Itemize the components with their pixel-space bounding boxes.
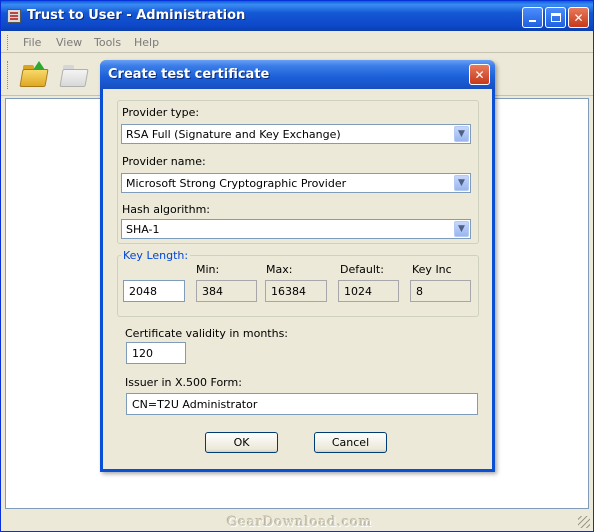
menu-file[interactable]: File <box>23 36 41 49</box>
key-inc-value: 8 <box>416 285 423 298</box>
close-button[interactable]: ✕ <box>568 7 589 28</box>
toolbar-grip[interactable] <box>7 61 10 89</box>
provider-name-select[interactable]: Microsoft Strong Cryptographic Provider … <box>121 173 471 193</box>
key-length-input[interactable]: 2048 <box>123 280 185 302</box>
dialog-body: Provider type: RSA Full (Signature and K… <box>103 89 492 469</box>
key-length-legend: Key Length: <box>121 249 191 262</box>
menu-view[interactable]: View <box>56 36 82 49</box>
hash-algorithm-label: Hash algorithm: <box>122 203 211 216</box>
minimize-icon <box>529 20 536 22</box>
issuer-label: Issuer in X.500 Form: <box>125 376 242 389</box>
provider-name-label: Provider name: <box>122 155 206 168</box>
validity-value: 120 <box>132 347 153 360</box>
chevron-down-icon[interactable]: ▼ <box>454 175 469 191</box>
issuer-input[interactable]: CN=T2U Administrator <box>126 393 478 415</box>
hash-algorithm-value: SHA-1 <box>126 223 160 236</box>
chevron-down-icon[interactable]: ▼ <box>454 126 469 142</box>
dialog-close-button[interactable]: ✕ <box>469 64 490 85</box>
key-max-value: 16384 <box>271 285 306 298</box>
key-default-field: 1024 <box>338 280 399 302</box>
issuer-value: CN=T2U Administrator <box>132 398 258 411</box>
key-length-value: 2048 <box>129 285 157 298</box>
maximize-button[interactable] <box>545 7 566 28</box>
provider-type-select[interactable]: RSA Full (Signature and Key Exchange) ▼ <box>121 124 471 144</box>
maximize-icon <box>550 13 561 22</box>
ok-button[interactable]: OK <box>205 432 278 453</box>
key-min-value: 384 <box>202 285 223 298</box>
open-folder-button[interactable] <box>17 59 51 91</box>
minimize-button[interactable] <box>522 7 543 28</box>
validity-label: Certificate validity in months: <box>125 327 289 340</box>
menubar-grip[interactable] <box>7 35 10 50</box>
resize-grip[interactable] <box>578 516 590 528</box>
close-icon: ✕ <box>474 67 485 82</box>
key-min-label: Min: <box>196 263 220 276</box>
key-default-label: Default: <box>340 263 384 276</box>
main-titlebar[interactable]: Trust to User - Administration ✕ <box>1 1 593 31</box>
key-max-field: 16384 <box>265 280 327 302</box>
close-icon: ✕ <box>573 10 584 25</box>
hash-algorithm-select[interactable]: SHA-1 ▼ <box>121 219 471 239</box>
validity-input[interactable]: 120 <box>126 342 186 364</box>
provider-type-value: RSA Full (Signature and Key Exchange) <box>126 128 341 141</box>
app-icon <box>7 9 21 23</box>
green-arrow-icon <box>33 61 45 70</box>
key-min-field: 384 <box>196 280 257 302</box>
key-inc-label: Key Inc <box>412 263 452 276</box>
folder-disabled-button[interactable] <box>57 59 91 91</box>
provider-name-value: Microsoft Strong Cryptographic Provider <box>126 177 347 190</box>
menu-help[interactable]: Help <box>134 36 159 49</box>
provider-type-label: Provider type: <box>122 106 200 119</box>
watermark: GearDownload.com <box>227 515 373 530</box>
cancel-button[interactable]: Cancel <box>314 432 387 453</box>
create-certificate-dialog: Create test certificate ✕ Provider type:… <box>100 60 495 472</box>
menu-tools[interactable]: Tools <box>94 36 121 49</box>
dialog-titlebar[interactable]: Create test certificate ✕ <box>100 60 495 89</box>
window-title: Trust to User - Administration <box>27 8 246 23</box>
chevron-down-icon[interactable]: ▼ <box>454 221 469 237</box>
key-max-label: Max: <box>266 263 293 276</box>
key-default-value: 1024 <box>344 285 372 298</box>
key-inc-field: 8 <box>410 280 471 302</box>
dialog-title: Create test certificate <box>108 67 270 82</box>
menubar: File View Tools Help <box>1 31 593 53</box>
